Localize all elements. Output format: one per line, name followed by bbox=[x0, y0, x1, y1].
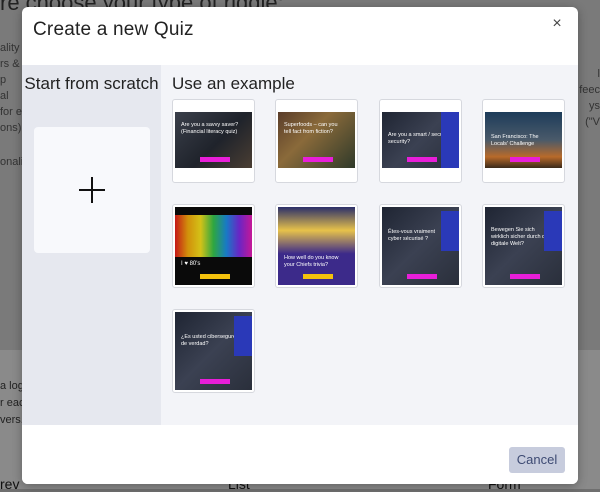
template-title: Êtes-vous vraiment cyber sécurisé ? bbox=[388, 229, 436, 242]
bg-fragment: al for e bbox=[0, 90, 23, 118]
template-title: Are you a savvy saver? (Financial litera… bbox=[181, 122, 239, 135]
template-cta bbox=[200, 157, 230, 162]
scratch-title: Start from scratch bbox=[24, 74, 159, 93]
template-thumbnail: Are you a smart / secure security? bbox=[382, 112, 459, 168]
template-title: Bewegen Sie sich wirklich sicher durch d… bbox=[491, 227, 550, 247]
create-quiz-modal: Create a new Quiz × Start from scratch U… bbox=[22, 7, 578, 484]
template-thumbnail: Superfoods – can you tell fact from fict… bbox=[278, 112, 355, 168]
template-thumbnail: Are you a savvy saver? (Financial litera… bbox=[175, 112, 252, 168]
example-template-card[interactable]: San Francisco: The Locals' Challenge bbox=[482, 99, 565, 183]
examples-title: Use an example bbox=[172, 74, 295, 93]
example-template-card[interactable]: ¿Es usted cibersegure... de verdad? bbox=[172, 309, 255, 393]
example-template-card[interactable]: Bewegen Sie sich wirklich sicher durch d… bbox=[482, 204, 565, 288]
template-thumbnail: How well do you know your Chiefs trivia? bbox=[278, 207, 355, 285]
template-cta bbox=[200, 379, 230, 384]
template-cta bbox=[510, 157, 540, 162]
bg-fragment: rev bbox=[0, 476, 20, 492]
start-from-scratch-panel: Start from scratch bbox=[22, 65, 161, 425]
example-template-card[interactable]: Êtes-vous vraiment cyber sécurisé ? bbox=[379, 204, 462, 288]
bg-fragment: rs & p bbox=[0, 58, 20, 86]
template-title: Superfoods – can you tell fact from fict… bbox=[284, 122, 338, 135]
examples-panel: Use an example Are you a savvy saver? (F… bbox=[161, 65, 578, 425]
template-cta bbox=[303, 157, 333, 162]
example-template-card[interactable]: How well do you know your Chiefs trivia? bbox=[275, 204, 358, 288]
modal-title: Create a new Quiz bbox=[33, 19, 194, 40]
bg-fragment: ys ("V bbox=[585, 100, 600, 128]
template-thumbnail: ¿Es usted cibersegure... de verdad? bbox=[175, 312, 252, 390]
bg-fragment: ons). bbox=[0, 122, 25, 134]
example-template-card[interactable]: I ♥ 80's bbox=[172, 204, 255, 288]
example-template-card[interactable]: Are you a smart / secure security? bbox=[379, 99, 462, 183]
cancel-button[interactable]: Cancel bbox=[509, 447, 565, 473]
bg-fragment: l feec bbox=[579, 68, 600, 96]
template-thumbnail: I ♥ 80's bbox=[175, 207, 252, 285]
background-right-text: l feec ys ("V bbox=[578, 40, 600, 130]
template-cta bbox=[303, 274, 333, 279]
modal-footer: Cancel bbox=[22, 425, 578, 484]
start-from-scratch-button[interactable] bbox=[34, 127, 150, 253]
bg-fragment: onali bbox=[0, 156, 24, 168]
template-title: I ♥ 80's bbox=[181, 261, 201, 267]
template-title: ¿Es usted cibersegure... de verdad? bbox=[181, 334, 241, 347]
bg-fragment: ality bbox=[0, 42, 20, 54]
modal-header: Create a new Quiz × bbox=[22, 7, 578, 65]
template-cta bbox=[407, 157, 437, 162]
template-thumbnail: San Francisco: The Locals' Challenge bbox=[485, 112, 562, 168]
modal-body: Start from scratch Use an example Are yo… bbox=[22, 65, 578, 425]
example-template-card[interactable]: Are you a savvy saver? (Financial litera… bbox=[172, 99, 255, 183]
template-cta bbox=[200, 274, 230, 279]
close-icon[interactable]: × bbox=[548, 15, 566, 33]
template-cta bbox=[407, 274, 437, 279]
template-cta bbox=[510, 274, 540, 279]
template-title: Are you a smart / secure security? bbox=[388, 132, 448, 145]
template-thumbnail: Êtes-vous vraiment cyber sécurisé ? bbox=[382, 207, 459, 285]
plus-icon bbox=[79, 177, 105, 203]
example-template-card[interactable]: Superfoods – can you tell fact from fict… bbox=[275, 99, 358, 183]
template-title: How well do you know your Chiefs trivia? bbox=[284, 255, 339, 268]
background-left-text: ality rs & p al for e ons). onali bbox=[0, 40, 25, 170]
template-thumbnail: Bewegen Sie sich wirklich sicher durch d… bbox=[485, 207, 562, 285]
template-title: San Francisco: The Locals' Challenge bbox=[491, 134, 539, 147]
